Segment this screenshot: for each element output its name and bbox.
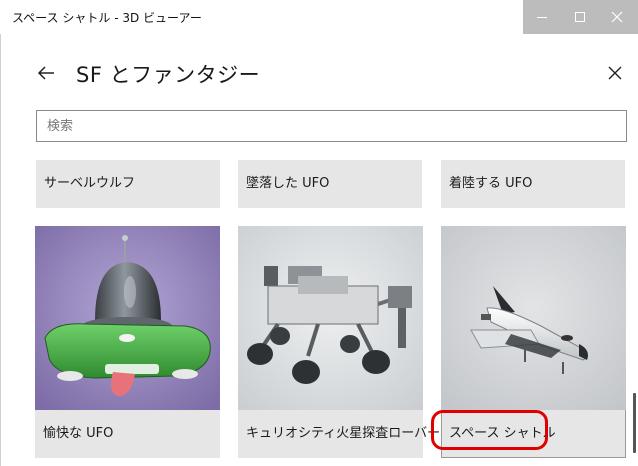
model-card-funny-ufo[interactable]: 愉快な UFO [35, 226, 220, 458]
back-button[interactable] [33, 60, 59, 86]
close-icon [608, 66, 622, 80]
panel-title: SF とファンタジー [76, 63, 261, 87]
model-card-space-shuttle[interactable]: スペース シャトル [441, 226, 626, 458]
window-close-icon [611, 11, 623, 23]
model-card-label: キュリオシティ火星探査ローバー [246, 426, 441, 441]
model-card-curiosity-rover[interactable]: キュリオシティ火星探査ローバー [238, 226, 440, 458]
window-close-button[interactable] [600, 0, 638, 34]
mars-rover-thumbnail [238, 226, 423, 410]
model-card-label: 愉快な UFO [43, 426, 114, 441]
space-shuttle-thumbnail [441, 226, 626, 410]
maximize-button[interactable] [561, 0, 599, 34]
model-tile-label: サーベルウルフ [44, 176, 136, 191]
title-bar: スペース シャトル - 3D ビューアー [0, 0, 638, 34]
ufo-character-thumbnail [35, 226, 220, 410]
model-tile-saberwolf[interactable]: サーベルウルフ [36, 160, 220, 208]
search-box [36, 110, 627, 142]
model-tile-crashed-ufo[interactable]: 墜落した UFO [238, 160, 422, 208]
window-controls [523, 0, 638, 34]
model-tile-label: 着陸する UFO [449, 176, 533, 191]
window-edge [0, 34, 1, 466]
model-card-label: スペース シャトル [449, 426, 556, 441]
arrow-left-icon [37, 66, 54, 80]
maximize-icon [575, 12, 585, 22]
model-tile-landing-ufo[interactable]: 着陸する UFO [441, 160, 625, 208]
model-tile-label: 墜落した UFO [246, 176, 330, 191]
scrollbar-thumb[interactable] [633, 393, 636, 453]
minimize-icon [537, 17, 547, 18]
panel-close-button[interactable] [604, 62, 626, 84]
window-title: スペース シャトル - 3D ビューアー [12, 11, 202, 25]
search-input[interactable] [37, 111, 626, 141]
minimize-button[interactable] [523, 0, 561, 34]
